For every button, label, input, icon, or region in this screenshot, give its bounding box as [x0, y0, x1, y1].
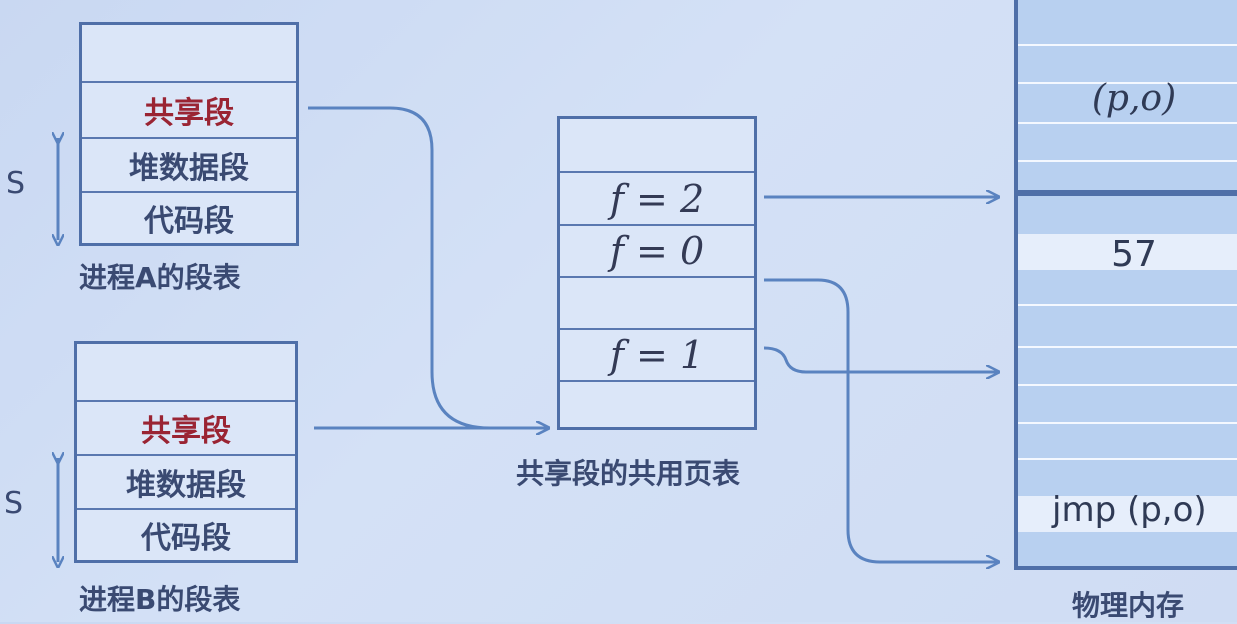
arrow-f1-to-memory: [763, 346, 998, 372]
arrow-f0-to-memory: [764, 278, 998, 562]
arrow-a-shared-to-page-table: [308, 106, 548, 428]
connector-arrows: [0, 106, 1237, 622]
